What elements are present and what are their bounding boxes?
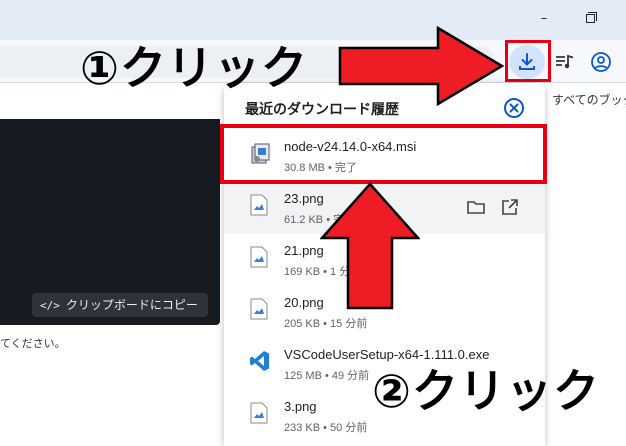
all-bookmarks-link[interactable]: すべてのブックマ (552, 91, 626, 108)
media-queue-icon[interactable] (554, 52, 576, 72)
copy-to-clipboard-button[interactable]: </> クリップボードにコピー (32, 293, 208, 317)
close-circle-icon[interactable] (503, 97, 525, 119)
image-file-icon (250, 246, 268, 268)
restore-button[interactable] (577, 6, 605, 32)
download-filename: 23.png (284, 191, 324, 206)
download-meta: 233 KB • 50 分前 (284, 422, 368, 434)
page-text: てください。 (0, 338, 66, 350)
step2-annotation: ②クリック (372, 365, 600, 417)
download-filename: 3.png (284, 399, 317, 414)
annotation-arrow-up (320, 182, 420, 310)
highlight-first-download (220, 124, 547, 184)
image-file-icon (250, 194, 268, 216)
copy-button-label: クリップボードにコピー (65, 298, 198, 312)
download-filename: 20.png (284, 295, 324, 310)
profile-icon[interactable] (589, 50, 613, 74)
code-icon: </> (40, 299, 60, 312)
download-filename: 21.png (284, 243, 324, 258)
download-meta: 125 MB • 49 分前 (284, 370, 370, 382)
image-file-icon (250, 402, 268, 424)
download-meta: 205 KB • 15 分前 (284, 318, 368, 330)
vscode-icon (250, 350, 269, 372)
step1-annotation: ①クリック (80, 42, 308, 94)
annotation-arrow-right (338, 26, 504, 106)
image-file-icon (250, 298, 268, 320)
minimize-button[interactable]: – (530, 6, 558, 32)
open-external-icon[interactable] (500, 197, 520, 217)
highlight-download-button (505, 40, 551, 82)
folder-icon[interactable] (466, 197, 486, 217)
